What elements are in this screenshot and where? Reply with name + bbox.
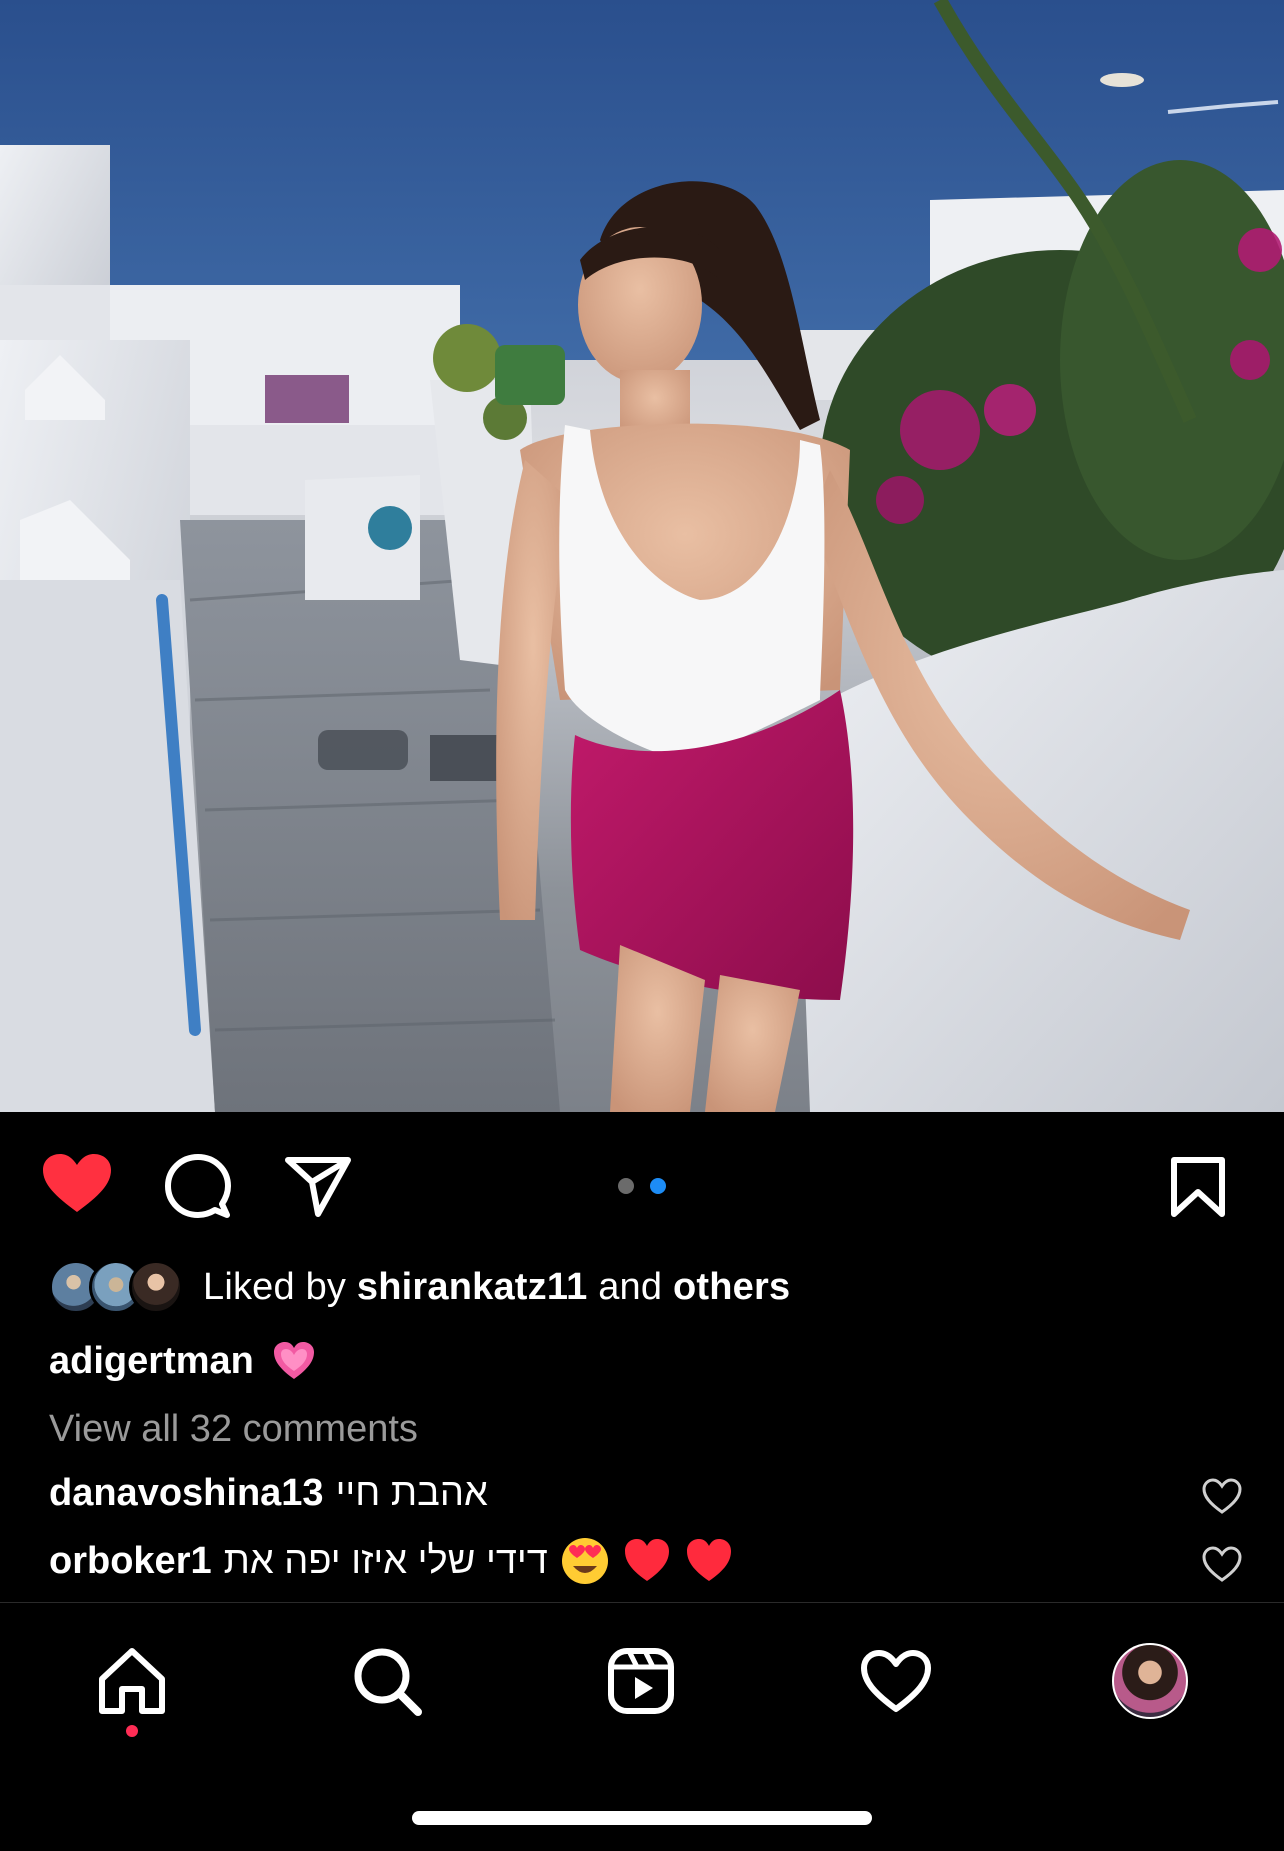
paper-plane-icon xyxy=(285,1157,351,1217)
carousel-dot-active xyxy=(650,1178,666,1194)
nav-profile[interactable] xyxy=(1110,1641,1190,1721)
post-photo-art xyxy=(0,0,1284,1112)
nav-home[interactable] xyxy=(92,1641,172,1721)
caption-username[interactable]: adigertman xyxy=(49,1340,254,1383)
liker-avatars xyxy=(49,1260,183,1314)
comment-username[interactable]: orboker1 xyxy=(49,1540,212,1583)
carousel-dot xyxy=(618,1178,634,1194)
reels-icon xyxy=(608,1648,674,1714)
activity-heart-icon xyxy=(861,1650,931,1712)
share-button[interactable] xyxy=(280,1152,356,1222)
likes-others-link[interactable]: others xyxy=(673,1266,790,1308)
view-all-comments-link[interactable]: View all 32 comments xyxy=(49,1399,1249,1459)
likes-summary: Liked by shirankatz11 and others xyxy=(203,1266,790,1309)
likes-prefix: Liked by xyxy=(203,1265,347,1308)
likes-conjunction: and xyxy=(598,1265,663,1308)
comment-button[interactable] xyxy=(160,1152,236,1222)
save-button[interactable] xyxy=(1160,1150,1236,1226)
comment-row: orboker1 דידי שלי איזו יפה את xyxy=(49,1527,1243,1595)
heart-eyes-emoji xyxy=(561,1538,608,1584)
nav-search[interactable] xyxy=(347,1641,427,1721)
bookmark-icon xyxy=(1171,1157,1225,1217)
like-button[interactable] xyxy=(38,1149,116,1219)
liker-username[interactable]: shirankatz11 xyxy=(357,1266,588,1308)
nav-reels[interactable] xyxy=(601,1641,681,1721)
comment-row: danavoshina13 אהבת חיי xyxy=(49,1459,1243,1527)
comment-like-heart-icon[interactable] xyxy=(1201,1545,1243,1583)
post-photo[interactable] xyxy=(0,0,1284,1112)
active-tab-indicator xyxy=(126,1725,138,1737)
search-icon xyxy=(354,1648,422,1716)
red-heart-emoji xyxy=(686,1539,731,1581)
nav-activity[interactable] xyxy=(856,1641,936,1721)
likes-row[interactable]: Liked by shirankatz11 and others xyxy=(49,1257,1249,1317)
red-heart-emoji xyxy=(624,1539,669,1581)
comment-like-heart-icon[interactable] xyxy=(1201,1477,1243,1515)
post-action-bar xyxy=(0,1112,1284,1257)
comment-text: אהבת חיי xyxy=(335,1471,488,1514)
avatar xyxy=(129,1260,183,1314)
comment-text: דידי שלי איזו יפה את xyxy=(223,1539,548,1582)
carousel-indicator xyxy=(618,1178,666,1194)
pink-heart-emoji xyxy=(273,1342,314,1379)
caption: adigertman xyxy=(49,1331,1249,1391)
home-icon xyxy=(99,1648,165,1714)
heart-filled-icon xyxy=(43,1154,111,1212)
post-meta: Liked by shirankatz11 and others adigert… xyxy=(49,1257,1249,1595)
profile-avatar xyxy=(1112,1643,1188,1719)
comment-username[interactable]: danavoshina13 xyxy=(49,1472,324,1515)
comment-bubble-icon xyxy=(165,1154,231,1218)
home-indicator-bar xyxy=(412,1811,872,1825)
